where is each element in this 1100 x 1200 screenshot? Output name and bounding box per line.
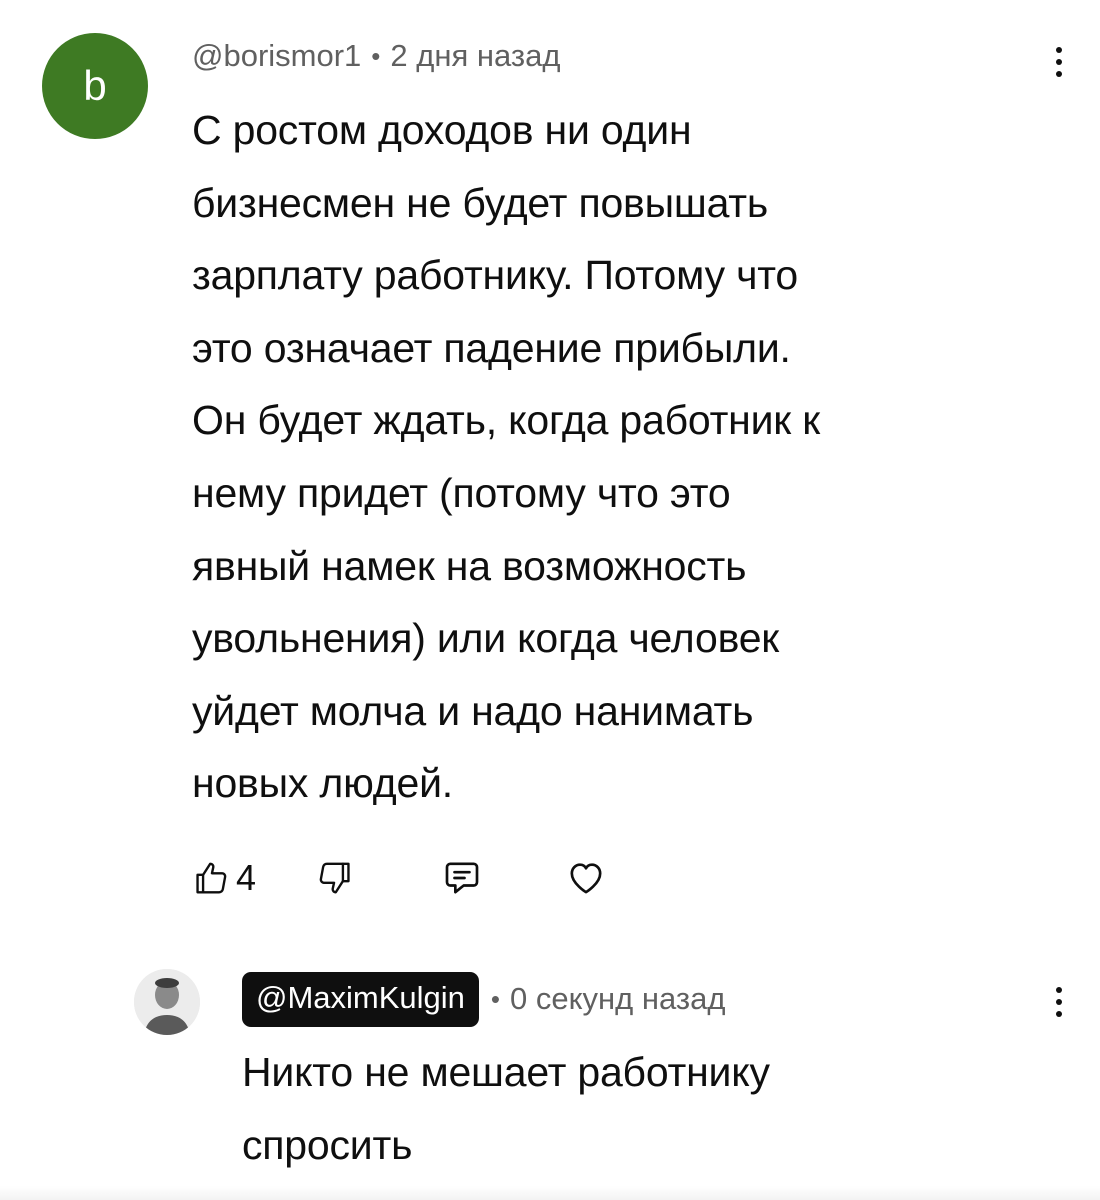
comment-text-line: нему придет (потому что это (192, 469, 731, 516)
reply-timestamp[interactable]: 0 секунд назад (510, 981, 725, 1017)
bottom-edge-shadow (0, 1186, 1100, 1200)
comment-meta: @borismor1 • 2 дня назад (192, 34, 560, 78)
comment-text-line: новых людей. (192, 760, 453, 807)
comment-text-line: бизнесмен не будет повышать (192, 179, 769, 226)
author-handle-pill[interactable]: @MaximKulgin (242, 971, 479, 1027)
author-handle[interactable]: @borismor1 (192, 38, 361, 74)
reply-meta: @MaximKulgin • 0 секунд назад (242, 971, 725, 1027)
reply-text-line: спросить (242, 1121, 413, 1168)
more-vert-icon[interactable] (1053, 47, 1065, 77)
comment-actions: 4 (192, 852, 606, 904)
comment-text: С ростом доходов ни один бизнесмен не бу… (192, 94, 1072, 820)
like-count: 4 (236, 857, 257, 898)
comment-text-line: увольнения) или когда человек (192, 615, 780, 662)
avatar[interactable]: b (42, 33, 148, 139)
avatar-letter: b (83, 62, 107, 109)
avatar-photo[interactable] (134, 969, 200, 1035)
thumbs-up-icon (196, 862, 227, 894)
reply-button[interactable] (442, 858, 482, 898)
reply-icon (445, 862, 479, 894)
comment-text-line: зарплату работнику. Потому что (192, 252, 798, 299)
reply-text: Никто не мешает работнику спросить (242, 1036, 1042, 1181)
thumbs-down-icon (319, 862, 350, 894)
comment-text-line: С ростом доходов ни один (192, 107, 692, 153)
person-avatar-icon (134, 969, 200, 1035)
dislike-button[interactable] (316, 858, 354, 898)
heart-icon (570, 863, 602, 894)
comment-text-line: уйдет молча и надо нанимать (192, 687, 754, 734)
comment-text-line: Он будет ждать, когда работник к (192, 397, 820, 444)
more-vert-icon[interactable] (1053, 987, 1065, 1017)
like-button[interactable]: 4 (192, 857, 256, 899)
meta-separator: • (371, 40, 381, 71)
heart-button[interactable] (566, 858, 606, 898)
meta-separator: • (490, 983, 501, 1014)
comment-timestamp[interactable]: 2 дня назад (390, 38, 560, 74)
comment-text-line: явный намек на возможность (192, 542, 747, 589)
reply-text-line: Никто не мешает работнику (242, 1049, 770, 1095)
comment-text-line: это означает падение прибыли. (192, 324, 791, 371)
